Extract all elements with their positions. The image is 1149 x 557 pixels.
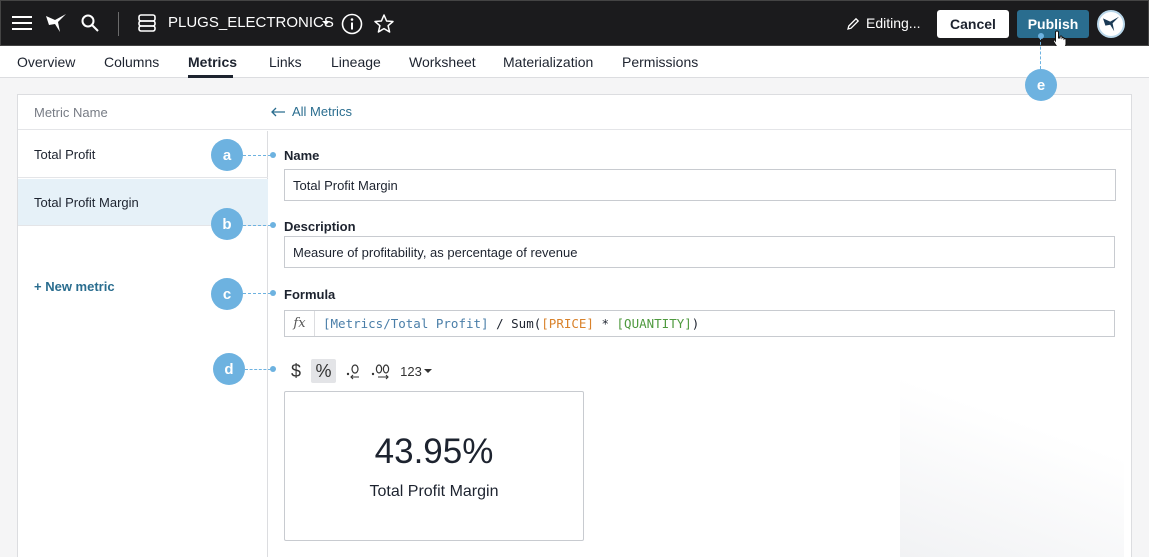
tab-materialization[interactable]: Materialization (503, 54, 593, 70)
tab-lineage[interactable]: Lineage (331, 54, 381, 70)
thoughtspot-logo-icon[interactable] (44, 12, 68, 34)
percent-format-button[interactable]: % (311, 359, 336, 383)
number-format-label: 123 (400, 363, 422, 379)
decrease-decimal-icon[interactable] (344, 359, 364, 383)
callout-c: c (211, 278, 243, 310)
callout-connector (1040, 37, 1041, 69)
description-label: Description (284, 219, 356, 234)
tab-links[interactable]: Links (269, 54, 302, 70)
metric-value: 43.95% (374, 432, 494, 471)
metric-preview-label: Total Profit Margin (369, 483, 499, 500)
callout-b: b (211, 208, 243, 240)
metric-name-column-header: Metric Name (34, 105, 108, 120)
star-icon[interactable] (372, 12, 396, 36)
callout-d: d (213, 353, 245, 385)
formula-token: * (593, 316, 617, 331)
tab-metrics[interactable]: Metrics (188, 54, 237, 70)
all-metrics-label: All Metrics (292, 104, 352, 119)
formula-token: ) (691, 316, 700, 331)
search-icon[interactable] (79, 12, 101, 34)
database-icon (136, 12, 158, 34)
arrow-left-icon (271, 107, 285, 116)
callout-e: e (1025, 69, 1057, 101)
name-label: Name (284, 148, 320, 163)
currency-format-button[interactable]: $ (286, 359, 306, 383)
formula-token: [Metrics/Total Profit] (323, 316, 489, 331)
top-bar: PLUGS_ELECTRONICS Editing... Cancel Publ… (0, 0, 1149, 46)
function-icon: fx (285, 311, 315, 336)
callout-dot (270, 366, 276, 372)
callout-connector (243, 293, 271, 294)
editing-status: Editing... (866, 15, 921, 31)
pencil-icon (844, 15, 862, 33)
tab-columns[interactable]: Columns (104, 54, 159, 70)
callout-dot (1038, 33, 1044, 39)
formula-token: / Sum( (488, 316, 542, 331)
cancel-button[interactable]: Cancel (937, 10, 1009, 38)
formula-text: [Metrics/Total Profit] / Sum([PRICE] * [… (315, 316, 699, 331)
number-format-dropdown[interactable]: 123 (398, 359, 434, 383)
caret-down-icon[interactable] (319, 16, 333, 30)
tab-overview[interactable]: Overview (17, 54, 75, 70)
description-input[interactable]: Measure of profitability, as percentage … (284, 236, 1115, 268)
tab-permissions[interactable]: Permissions (622, 54, 698, 70)
callout-dot (270, 290, 276, 296)
callout-connector (245, 369, 271, 370)
increase-decimal-icon[interactable] (369, 359, 393, 383)
callout-dot (270, 222, 276, 228)
hamburger-menu-icon[interactable] (11, 13, 33, 33)
metrics-sidebar: Total Profit Total Profit Margin + New m… (18, 131, 268, 557)
background-fade (900, 380, 1124, 557)
avatar[interactable] (1097, 10, 1125, 38)
callout-dot (270, 152, 276, 158)
all-metrics-link[interactable]: All Metrics (270, 104, 352, 119)
panel-header: Metric Name All Metrics (18, 95, 1131, 130)
tab-worksheet[interactable]: Worksheet (409, 54, 476, 70)
callout-connector (243, 155, 271, 156)
name-input[interactable]: Total Profit Margin (284, 169, 1116, 201)
tab-bar: Overview Columns Metrics Links Lineage W… (0, 46, 1149, 78)
divider (118, 12, 119, 36)
worksheet-name[interactable]: PLUGS_ELECTRONICS (168, 14, 334, 31)
active-tab-indicator (188, 75, 233, 78)
formula-editor[interactable]: fx [Metrics/Total Profit] / Sum([PRICE] … (284, 310, 1115, 337)
callout-connector (243, 225, 271, 226)
caret-down-icon (423, 368, 432, 373)
formula-token: [PRICE] (541, 316, 594, 331)
formula-token: [QUANTITY] (616, 316, 692, 331)
metric-preview-card: 43.95% Total Profit Margin (284, 391, 584, 541)
new-metric-button[interactable]: + New metric (34, 279, 115, 294)
formula-label: Formula (284, 287, 336, 302)
callout-a: a (211, 139, 243, 171)
info-icon[interactable] (340, 12, 364, 36)
